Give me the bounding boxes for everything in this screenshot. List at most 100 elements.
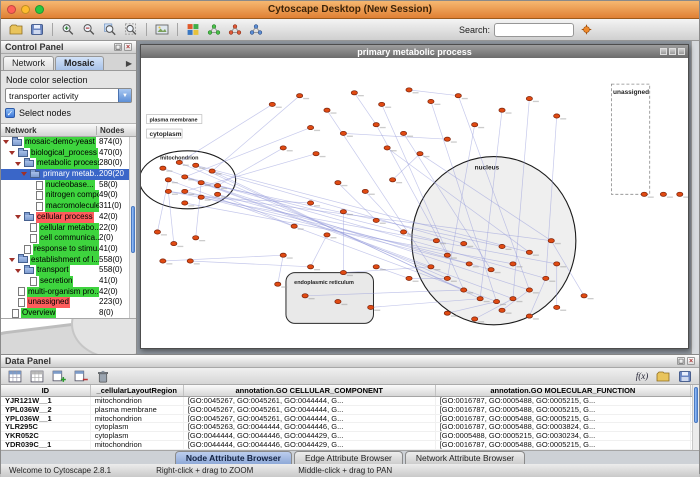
expander-icon[interactable]: [15, 269, 21, 273]
network-node[interactable]: [307, 126, 313, 130]
table-row[interactable]: YPL036W__1mitochondrion[GO:0045267, GO:0…: [1, 415, 699, 424]
network-node[interactable]: [335, 300, 341, 304]
import-network-icon[interactable]: [225, 21, 245, 39]
tree-scrollbar-thumb[interactable]: [131, 206, 135, 253]
tree-row[interactable]: secretion41(0): [1, 276, 136, 287]
table-row[interactable]: YJR121W__1mitochondrion[GO:0045267, GO:0…: [1, 397, 699, 406]
network-node[interactable]: [444, 253, 450, 257]
network-edge[interactable]: [354, 93, 376, 125]
formula-builder-icon[interactable]: f(x): [633, 367, 651, 385]
network-node[interactable]: [324, 108, 330, 112]
network-node[interactable]: [379, 102, 385, 106]
network-node[interactable]: [543, 276, 549, 280]
network-edge[interactable]: [179, 104, 272, 162]
network-node[interactable]: [187, 259, 193, 263]
network-node[interactable]: [307, 201, 313, 205]
network-edge[interactable]: [365, 191, 403, 232]
network-node[interactable]: [554, 114, 560, 118]
network-node[interactable]: [461, 288, 467, 292]
tree-row[interactable]: cellular metabo...22(0): [1, 223, 136, 234]
column-header[interactable]: annotation.GO CELLULAR_COMPONENT: [184, 385, 436, 396]
chevron-down-icon[interactable]: ▼: [118, 89, 131, 102]
network-node[interactable]: [182, 189, 188, 193]
network-node[interactable]: [472, 123, 478, 127]
network-node[interactable]: [373, 123, 379, 127]
network-node[interactable]: [554, 262, 560, 266]
network-node[interactable]: [193, 163, 199, 167]
network-node[interactable]: [406, 88, 412, 92]
column-header[interactable]: _cellularLayoutRegion: [91, 385, 184, 396]
network-node[interactable]: [340, 210, 346, 214]
zoom-fit-icon[interactable]: [121, 21, 141, 39]
tree-scrollbar[interactable]: [129, 137, 136, 318]
network-node[interactable]: [373, 265, 379, 269]
network-node[interactable]: [444, 276, 450, 280]
node-color-dropdown[interactable]: transporter activity ▼: [5, 88, 132, 103]
tree-row[interactable]: nitrogen compo...49(0): [1, 190, 136, 201]
network-node[interactable]: [373, 218, 379, 222]
tree-column-nodes[interactable]: Nodes: [97, 126, 136, 135]
unselect-attributes-icon[interactable]: [27, 367, 47, 385]
select-attributes-icon[interactable]: [5, 367, 25, 385]
column-header[interactable]: ID: [1, 385, 91, 396]
minimize-view-icon[interactable]: [660, 48, 667, 55]
network-node[interactable]: [488, 268, 494, 272]
network-node[interactable]: [384, 146, 390, 150]
expander-icon[interactable]: [3, 140, 9, 144]
tree-row[interactable]: primary metab...209(20: [1, 169, 136, 180]
save-session-icon[interactable]: [27, 21, 47, 39]
tree-row[interactable]: cellular process42(0): [1, 212, 136, 223]
network-edge[interactable]: [393, 154, 420, 180]
snapshot-icon[interactable]: [152, 21, 172, 39]
table-row[interactable]: YKR052Ccytoplasm[GO:0044444, GO:0044446,…: [1, 432, 699, 441]
maximize-view-icon[interactable]: [669, 48, 676, 55]
tree-row[interactable]: macromolecule...311(0): [1, 201, 136, 212]
network-node[interactable]: [368, 305, 374, 309]
network-canvas[interactable]: plasma membranecytoplasmmitochondrionnuc…: [141, 58, 688, 348]
search-options-icon[interactable]: [578, 21, 594, 39]
network-node[interactable]: [362, 189, 368, 193]
tree-row[interactable]: multi-organism pro...42(0): [1, 287, 136, 298]
network-node[interactable]: [472, 317, 478, 321]
expander-icon[interactable]: [15, 215, 21, 219]
close-panel-icon[interactable]: ×: [124, 43, 132, 51]
network-node[interactable]: [182, 201, 188, 205]
table-scrollbar-thumb[interactable]: [694, 387, 698, 423]
network-node[interactable]: [526, 97, 532, 101]
network-node[interactable]: [390, 178, 396, 182]
tree-row[interactable]: Overview8(0): [1, 308, 136, 319]
network-node[interactable]: [554, 305, 560, 309]
select-nodes-checkbox[interactable]: [5, 108, 15, 118]
network-edge[interactable]: [218, 194, 295, 226]
network-node[interactable]: [548, 239, 554, 243]
tree-row[interactable]: establishment of l...558(0): [1, 255, 136, 266]
desktop-scrollbar[interactable]: [691, 41, 699, 354]
expander-icon[interactable]: [21, 172, 27, 176]
network-node[interactable]: [165, 189, 171, 193]
network-overview-thumbnail[interactable]: [1, 319, 136, 354]
network-edge[interactable]: [190, 261, 310, 267]
network-node[interactable]: [433, 239, 439, 243]
expander-icon[interactable]: [9, 258, 15, 262]
network-node[interactable]: [209, 169, 215, 173]
expander-icon[interactable]: [15, 162, 21, 166]
network-node[interactable]: [444, 137, 450, 141]
network-node[interactable]: [214, 192, 220, 196]
minimize-window-button[interactable]: [21, 5, 30, 14]
network-node[interactable]: [466, 262, 472, 266]
network-node[interactable]: [160, 166, 166, 170]
network-node[interactable]: [154, 230, 160, 234]
zoom-selected-icon[interactable]: [100, 21, 120, 39]
tree-row[interactable]: cell communica...2(0): [1, 233, 136, 244]
network-edge[interactable]: [163, 255, 283, 261]
float-panel-icon[interactable]: ◻: [114, 43, 122, 51]
network-node[interactable]: [510, 262, 516, 266]
network-node[interactable]: [340, 271, 346, 275]
new-attribute-icon[interactable]: [49, 367, 69, 385]
network-edge[interactable]: [311, 235, 327, 267]
network-node[interactable]: [499, 308, 505, 312]
create-network-icon[interactable]: [204, 21, 224, 39]
network-node[interactable]: [313, 152, 319, 156]
tree-row[interactable]: biological_process470(0): [1, 148, 136, 159]
network-node[interactable]: [417, 152, 423, 156]
